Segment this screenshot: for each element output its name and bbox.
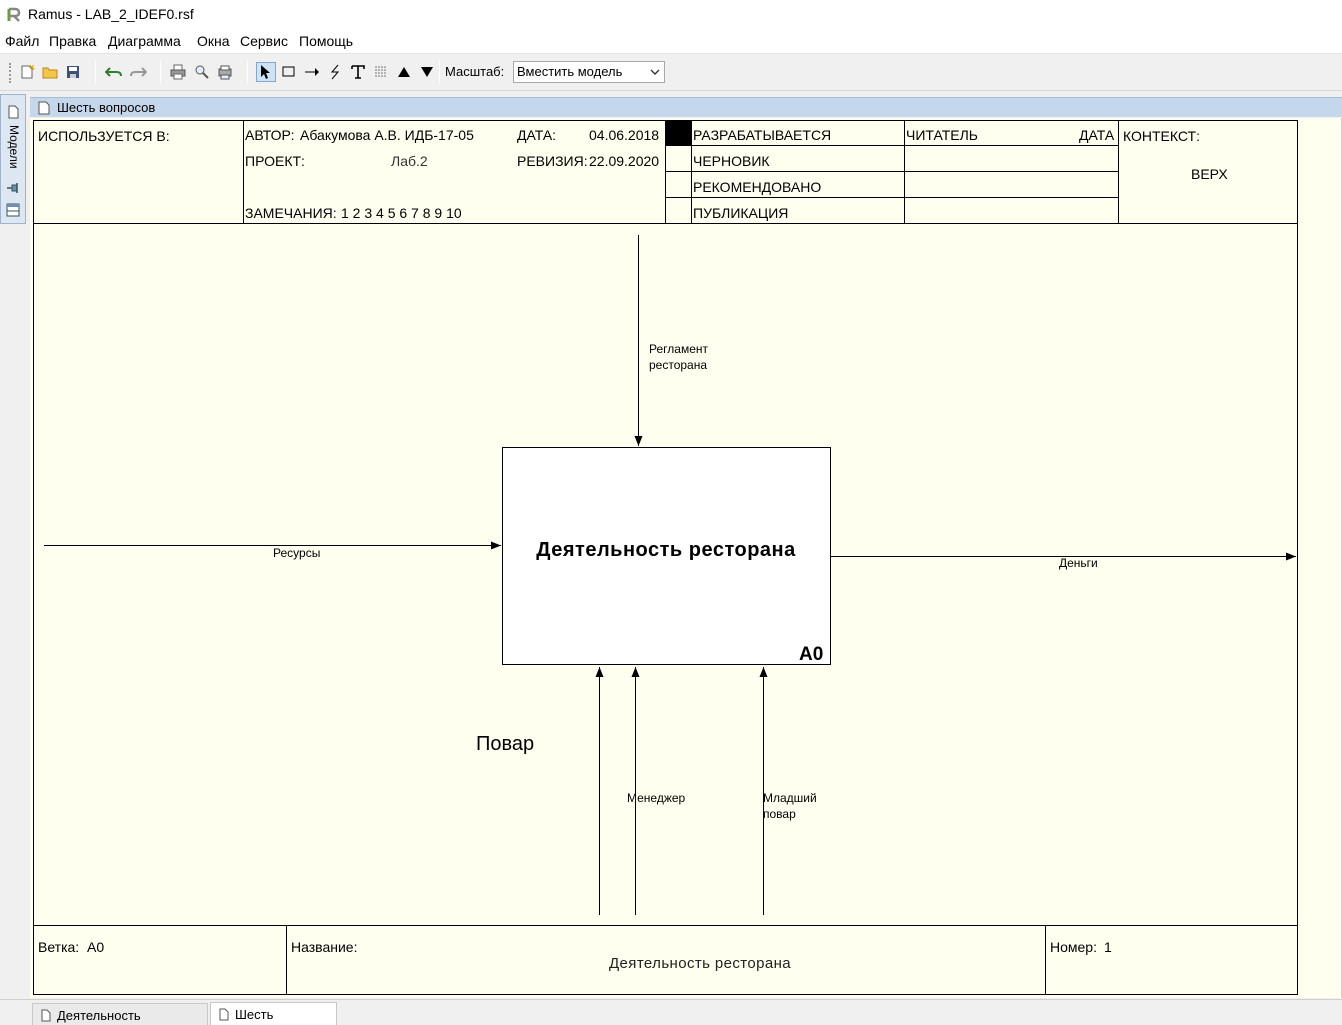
mechanism-junior-cook-label[interactable]: Младший повар [763,790,827,822]
pin-icon[interactable] [6,181,20,195]
print-icon[interactable] [168,62,188,82]
title-bar: Ramus - LAB_2_IDEF0.rsf [0,0,1342,30]
toolbar-separator [160,61,161,83]
squiggle-tool-icon[interactable] [325,62,345,82]
zoom-select[interactable]: Вместить модель [513,61,665,83]
activity-name[interactable]: Деятельность ресторана [502,539,830,562]
zoom-label: Масштаб: [445,64,505,79]
menu-help[interactable]: Помощь [299,33,353,49]
menu-diagram[interactable]: Диаграмма [108,33,181,49]
menu-windows[interactable]: Окна [197,33,230,49]
chevron-down-icon [650,69,660,75]
status-working: РАЗРАБАТЫВАЕТСЯ [693,127,832,143]
window-layout-icon[interactable] [6,203,20,217]
move-down-icon[interactable] [417,62,437,82]
toolbar: Масштаб: Вместить модель [0,55,1342,91]
reader-label: ЧИТАТЕЛЬ [906,127,978,143]
title-value: Деятельность ресторана [609,955,792,972]
mechanism-manager-label[interactable]: Менеджер [627,790,685,806]
number-label: Номер: [1050,939,1097,955]
menu-bar: Файл Правка Диаграмма Окна Сервис Помощь [0,30,1342,54]
notes-label: ЗАМЕЧАНИЯ: [245,205,337,221]
zoom-select-value: Вместить модель [517,64,623,79]
ramus-logo-icon [7,7,21,22]
menu-file[interactable]: Файл [5,33,39,49]
text-tool-icon[interactable] [348,62,368,82]
revision-value: 22.09.2020 [589,153,660,169]
floating-povar-label[interactable]: Повар [476,733,534,756]
context-value: ВЕРХ [1191,166,1228,182]
diagram-icon [219,1008,229,1021]
document-icon[interactable] [6,105,20,119]
diagram-window-title: Шесть вопросов [57,100,156,115]
tab-label: Шесть вопросов [235,1007,291,1025]
move-up-icon[interactable] [394,62,414,82]
control-arrow-label[interactable]: Регламент ресторана [649,341,719,373]
node-label: Ветка: [38,939,80,955]
status-marker [666,121,691,145]
box-tool-icon[interactable] [279,62,299,82]
tab-label: Деятельность ресторана [57,1008,141,1025]
used-in-label: ИСПОЛЬЗУЕТСЯ В: [38,128,170,144]
diagram-window-header[interactable]: Шесть вопросов [30,97,1342,117]
toolbar-separator [247,61,248,83]
status-publication: ПУБЛИКАЦИЯ [693,205,789,221]
tab-restaurant-activity[interactable]: Деятельность ресторана [32,1003,208,1025]
revision-label: РЕВИЗИЯ: [517,153,588,169]
open-file-icon[interactable] [40,62,60,82]
page-setup-icon[interactable] [215,62,235,82]
toolbar-separator [439,61,440,83]
status-recommended: РЕКОМЕНДОВАНО [693,179,822,195]
activity-number: A0 [799,644,824,665]
menu-service[interactable]: Сервис [240,33,288,49]
tab-six-questions[interactable]: Шесть вопросов [210,1002,337,1025]
grid-tool-icon[interactable] [371,62,391,82]
arrow-tool-icon[interactable] [302,62,322,82]
diagram-icon [41,1009,51,1022]
author-label: АВТОР: [245,127,295,143]
output-arrow-label[interactable]: Деньги [1059,555,1098,571]
status-draft: ЧЕРНОВИК [693,153,770,169]
date-label: ДАТА: [517,127,557,143]
undo-icon[interactable] [104,62,124,82]
input-arrow-label[interactable]: Ресурсы [273,545,320,561]
models-dock-label[interactable]: Модели [5,125,21,173]
date-value: 04.06.2018 [589,127,660,143]
title-label: Название: [291,939,358,955]
context-label: КОНТЕКСТ: [1123,128,1200,144]
toolbar-grip[interactable] [9,63,12,83]
redo-icon[interactable] [128,62,148,82]
window-title: Ramus - LAB_2_IDEF0.rsf [28,6,194,22]
models-dock[interactable]: Модели [0,94,26,224]
author-value: Абакумова А.В. ИДБ-17-05 [300,127,474,143]
number-value: 1 [1104,939,1112,955]
project-value: Лаб.2 [391,153,428,169]
diagram-tabs: Деятельность ресторана Шесть вопросов [0,999,1342,1025]
save-icon[interactable] [63,62,83,82]
diagram-icon [38,101,50,115]
menu-edit[interactable]: Правка [49,33,96,49]
project-label: ПРОЕКТ: [245,153,305,169]
reader-date-label: ДАТА [1079,127,1115,143]
ramus-window: Ramus - LAB_2_IDEF0.rsf Файл Правка Диаг… [0,0,1342,1025]
diagram-canvas[interactable]: ИСПОЛЬЗУЕТСЯ В: АВТОР: Абакумова А.В. ИД… [30,118,1342,998]
new-file-icon[interactable] [17,62,37,82]
pointer-tool-icon[interactable] [256,62,276,82]
notes-value: 1 2 3 4 5 6 7 8 9 10 [341,205,462,221]
print-preview-icon[interactable] [192,62,212,82]
toolbar-separator [95,61,96,83]
node-value: A0 [87,939,105,955]
